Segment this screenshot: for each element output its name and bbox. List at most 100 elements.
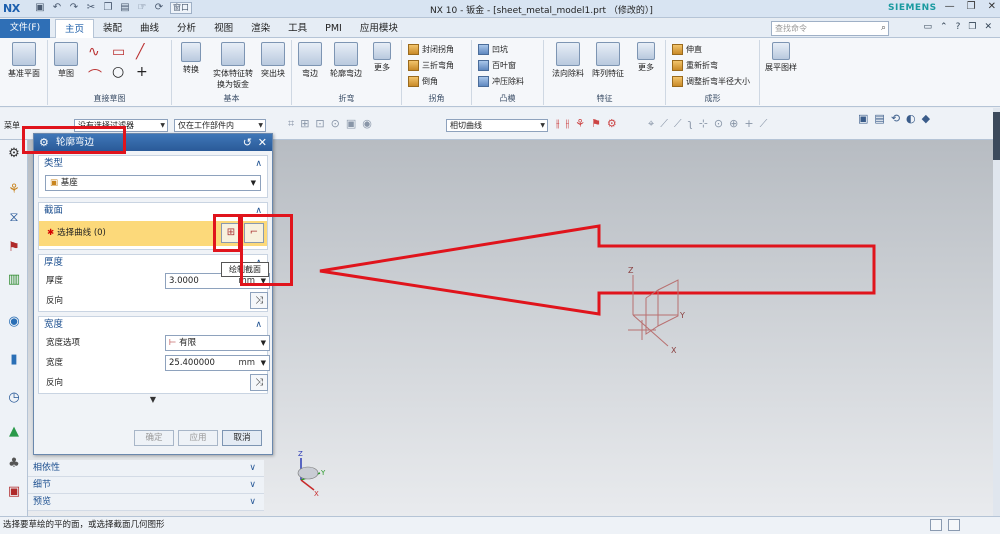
type-section-header[interactable]: 类型 ∧ [39, 156, 267, 172]
box-select-icon[interactable]: ▣ [346, 117, 356, 131]
reset-icon[interactable]: ↺ [243, 134, 252, 151]
panel-handle[interactable] [993, 112, 1000, 160]
restore-icon[interactable]: ❐ [967, 1, 976, 12]
convert-button[interactable]: 转换 [176, 42, 206, 75]
web-browser-icon[interactable]: ◉ [6, 314, 22, 330]
save-icon[interactable]: ▣ [34, 2, 46, 14]
fullscreen-icon[interactable] [930, 519, 942, 531]
unbend-button[interactable]: 伸直 [672, 44, 702, 55]
existing-point-icon[interactable]: ⊕ [729, 117, 738, 131]
reuse-library-icon[interactable]: ▥ [6, 272, 22, 288]
more-feature-button[interactable]: 更多 [632, 42, 660, 73]
window-icon[interactable] [948, 519, 960, 531]
pin-icon[interactable]: ⚑ [591, 117, 601, 131]
contour-flange-button[interactable]: 轮廓弯边 [326, 42, 366, 79]
curve-rule-select[interactable]: 相切曲线 [446, 119, 548, 132]
tab-render[interactable]: 渲染 [242, 19, 279, 38]
redo-icon[interactable]: ↷ [68, 2, 80, 14]
sketch-button[interactable]: 草图 [52, 42, 80, 79]
palette-icon[interactable]: ▲ [6, 424, 22, 440]
line-icon[interactable]: ╱ [136, 44, 144, 60]
copy-icon[interactable]: ❐ [102, 2, 114, 14]
apply-button[interactable]: 应用 [178, 430, 218, 446]
section-preview[interactable]: 预览 ∨ [28, 494, 264, 511]
solid-icon[interactable]: ◉ [362, 117, 372, 131]
rectangle-icon[interactable]: ▭ [112, 44, 125, 60]
fit-icon[interactable]: ▣ [858, 112, 868, 125]
three-bend-corner-button[interactable]: 三折弯角 [408, 60, 454, 71]
window-menu-button[interactable]: 窗口 [170, 2, 192, 14]
tab-analysis[interactable]: 分析 [168, 19, 205, 38]
history-icon[interactable]: ▮ [6, 352, 22, 368]
intersection-icon[interactable]: ʅ [688, 117, 693, 131]
expand-icon[interactable]: ⌃ [940, 22, 948, 32]
section-details[interactable]: 细节 ∨ [28, 477, 264, 494]
file-menu-button[interactable]: 文件(F) [0, 19, 50, 38]
command-search-input[interactable]: 查找命令 ⌕ [771, 21, 889, 36]
settings-icon[interactable]: ⚙ [6, 146, 22, 162]
role-icon[interactable]: ♣ [6, 456, 22, 472]
ok-button[interactable]: 确定 [134, 430, 174, 446]
point-on-face-icon[interactable]: ⟋ [760, 117, 768, 131]
normal-cutout-button[interactable]: 法向除料 [548, 42, 588, 79]
scope-select[interactable]: 仅在工作部件内 [174, 119, 266, 132]
profile-icon[interactable]: ∿ [88, 44, 100, 60]
width-input[interactable]: 25.400000 mm ▼ [165, 355, 270, 371]
undo-icon[interactable]: ↶ [51, 2, 63, 14]
circle-icon[interactable]: ○ [112, 64, 124, 80]
louver-button[interactable]: 百叶窗 [478, 60, 516, 71]
system-scene-icon[interactable]: ▣ [6, 484, 22, 500]
repeat-command-icon[interactable]: ⟳ [153, 2, 165, 14]
minimize-icon[interactable]: — [945, 1, 955, 12]
point-on-curve-icon[interactable]: + [744, 117, 753, 131]
intersect-icon[interactable]: ⫲ [556, 117, 560, 131]
width-option-select[interactable]: ⊢ 有限 ▼ [165, 335, 270, 351]
arc-icon[interactable]: ⌒ [88, 66, 102, 86]
restore-icon[interactable]: ❐ [968, 22, 976, 32]
type-select[interactable]: ▣ 基座 ▼ [45, 175, 261, 191]
section-icon[interactable]: ⫲ [566, 117, 570, 131]
select-all-icon[interactable]: ⌗ [288, 117, 294, 131]
chamfer-button[interactable]: 倒角 [408, 76, 438, 87]
assembly-navigator-icon[interactable]: ⧖ [6, 210, 22, 226]
tab-button[interactable]: 突出块 [258, 42, 288, 79]
touch-mode-icon[interactable]: ☞ [136, 2, 148, 14]
tab-applications[interactable]: 应用模块 [351, 19, 407, 38]
feature-select-icon[interactable]: ⊡ [315, 117, 324, 131]
general-select-icon[interactable]: ⊞ [300, 117, 309, 131]
tab-assembly[interactable]: 装配 [94, 19, 131, 38]
arc-center-icon[interactable]: ⊹ [699, 117, 708, 131]
rebend-button[interactable]: 重新折弯 [672, 60, 718, 71]
closed-corner-button[interactable]: 封闭拐角 [408, 44, 454, 55]
reverse-thickness-button[interactable]: ⤨ [250, 292, 268, 309]
control-point-icon[interactable]: ⟋ [674, 117, 682, 131]
dimple-button[interactable]: 凹坑 [478, 44, 508, 55]
close-icon[interactable]: ✕ [984, 22, 992, 32]
datum-plane-button[interactable]: 基准平面 [4, 42, 44, 79]
screen-icon[interactable]: ▭ [924, 22, 933, 32]
section-dependency[interactable]: 相依性 ∨ [28, 460, 264, 477]
flange-button[interactable]: 弯边 [296, 42, 324, 79]
more-options-toggle[interactable]: ▼ [34, 394, 272, 406]
part-navigator-icon[interactable]: ⚘ [6, 182, 22, 198]
tree-icon[interactable]: ⚘ [575, 117, 585, 131]
more-bend-button[interactable]: 更多 [368, 42, 396, 73]
search-icon[interactable]: ⌕ [881, 22, 886, 35]
midpoint-icon[interactable]: ⟋ [660, 117, 668, 131]
rotate-icon[interactable]: ⟲ [891, 112, 900, 125]
clock-icon[interactable]: ◷ [6, 390, 22, 406]
adjust-bend-radius-button[interactable]: 调整折弯半径大小 [672, 76, 750, 87]
close-icon[interactable]: ✕ [258, 134, 267, 151]
tab-tools[interactable]: 工具 [279, 19, 316, 38]
orient-icon[interactable]: ◆ [922, 112, 930, 125]
solid-to-sheet-button[interactable]: 实体特征转换为钣金 [210, 42, 256, 90]
tab-view[interactable]: 视图 [205, 19, 242, 38]
close-icon[interactable]: ✕ [988, 1, 996, 12]
panel-layout-button[interactable]: 展平图样 [764, 42, 798, 73]
cut-icon[interactable]: ✂ [85, 2, 97, 14]
constraint-navigator-icon[interactable]: ⚑ [6, 240, 22, 256]
lasso-icon[interactable]: ⊙ [331, 117, 340, 131]
help-icon[interactable]: ? [956, 22, 961, 32]
paste-icon[interactable]: ▤ [119, 2, 131, 14]
snap-icon[interactable]: ⚙ [607, 117, 617, 131]
